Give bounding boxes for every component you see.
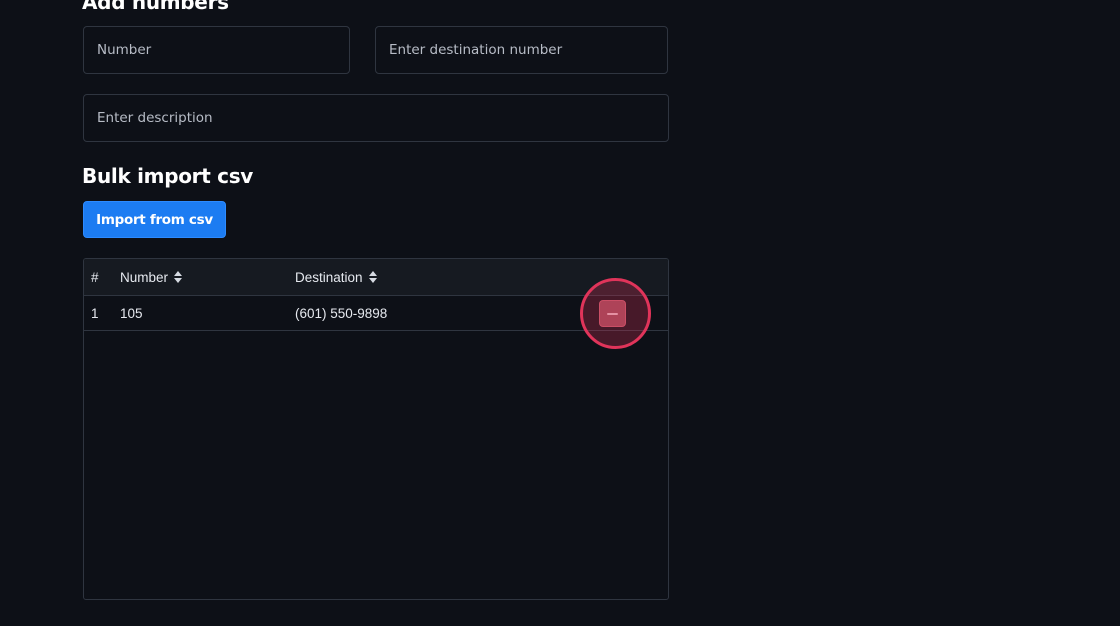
page: Add numbers Bulk import csv Import from … — [0, 0, 1120, 626]
row-number: 105 — [120, 305, 143, 321]
header-index: # — [91, 269, 99, 285]
number-input[interactable] — [83, 26, 350, 74]
sort-icon[interactable] — [368, 271, 377, 283]
minus-icon — [607, 312, 618, 315]
row-destination: (601) 550-9898 — [295, 305, 388, 321]
import-from-csv-button[interactable]: Import from csv — [83, 201, 226, 238]
header-number-label: Number — [120, 269, 169, 285]
sort-icon[interactable] — [174, 271, 183, 283]
remove-row-button[interactable] — [599, 300, 626, 327]
header-destination[interactable]: Destination — [295, 259, 377, 295]
header-number[interactable]: Number — [120, 259, 183, 295]
add-numbers-title: Add numbers — [82, 0, 229, 14]
table-row: 1 105 (601) 550-9898 — [84, 296, 668, 331]
header-destination-label: Destination — [295, 269, 363, 285]
description-input[interactable] — [83, 94, 669, 142]
bulk-import-title: Bulk import csv — [82, 164, 254, 188]
table-header: # Number Destination — [84, 259, 668, 296]
row-index: 1 — [91, 305, 99, 321]
numbers-table: # Number Destination 1 105 (601) 550-989… — [83, 258, 669, 600]
destination-number-input[interactable] — [375, 26, 668, 74]
